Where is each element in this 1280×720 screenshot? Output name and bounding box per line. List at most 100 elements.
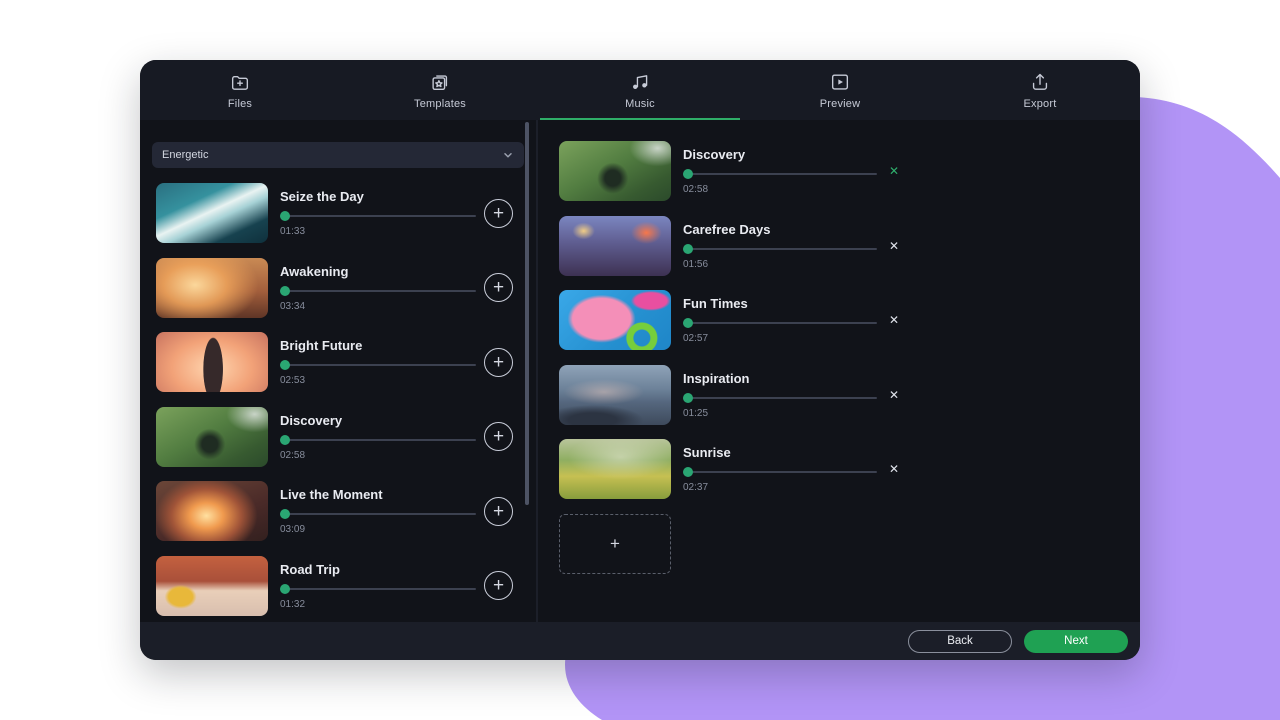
track-progress-slider[interactable] [280, 360, 476, 370]
track-thumbnail [559, 216, 671, 276]
slider-knob[interactable] [280, 509, 290, 519]
slider-knob[interactable] [683, 169, 693, 179]
track-thumbnail [156, 258, 268, 318]
tab-templates-label: Templates [414, 98, 466, 110]
remove-track-button[interactable]: ✕ [885, 162, 903, 180]
slider-knob[interactable] [280, 211, 290, 221]
track-title: Bright Future [280, 338, 476, 353]
track-progress-slider[interactable] [280, 509, 476, 519]
track-progress-slider[interactable] [280, 286, 476, 296]
track-title: Road Trip [280, 562, 476, 577]
tab-music[interactable]: Music [540, 60, 740, 120]
tab-export-label: Export [1024, 98, 1057, 110]
track-meta: Sunrise 02:37 [683, 445, 877, 493]
close-icon: ✕ [889, 164, 899, 178]
chevron-down-icon [502, 149, 514, 161]
track-progress-slider[interactable] [683, 318, 877, 328]
track-duration: 03:34 [280, 301, 476, 312]
tab-music-label: Music [625, 98, 655, 110]
library-track-row: Discovery 02:58 + [152, 407, 524, 467]
preview-icon [829, 71, 851, 93]
add-track-button[interactable]: + [484, 273, 513, 302]
close-icon: ✕ [889, 239, 899, 253]
track-duration: 02:58 [683, 184, 877, 195]
add-more-music-button[interactable]: + [559, 514, 671, 574]
plus-icon: + [493, 576, 504, 595]
export-icon [1029, 71, 1051, 93]
track-meta: Road Trip 01:32 [280, 562, 476, 610]
add-track-button[interactable]: + [484, 348, 513, 377]
track-duration: 03:09 [280, 524, 476, 535]
library-track-row: Road Trip 01:32 + [152, 556, 524, 616]
track-progress-slider[interactable] [280, 435, 476, 445]
track-thumbnail [156, 481, 268, 541]
slider-knob[interactable] [280, 435, 290, 445]
track-meta: Discovery 02:58 [280, 413, 476, 461]
track-progress-slider[interactable] [683, 169, 877, 179]
track-title: Awakening [280, 264, 476, 279]
plus-icon: + [493, 427, 504, 446]
track-progress-slider[interactable] [683, 467, 877, 477]
selected-track-row: Carefree Days 01:56 ✕ [559, 216, 1140, 276]
add-track-button[interactable]: + [484, 571, 513, 600]
remove-track-button[interactable]: ✕ [885, 237, 903, 255]
top-nav: Files Templates Music Preview [140, 60, 1140, 120]
library-scrollbar[interactable] [525, 122, 529, 505]
mood-filter-dropdown[interactable]: Energetic [152, 142, 524, 168]
library-track-row: Seize the Day 01:33 + [152, 183, 524, 243]
remove-track-button[interactable]: ✕ [885, 386, 903, 404]
slider-knob[interactable] [280, 360, 290, 370]
remove-track-button[interactable]: ✕ [885, 311, 903, 329]
track-duration: 02:37 [683, 482, 877, 493]
track-progress-slider[interactable] [683, 393, 877, 403]
selected-tracks-panel: Discovery 02:58 ✕ Carefree Days 01:56 ✕ [536, 120, 1140, 622]
plus-icon: + [493, 502, 504, 521]
selected-track-row: Discovery 02:58 ✕ [559, 141, 1140, 201]
remove-track-button[interactable]: ✕ [885, 460, 903, 478]
track-duration: 02:53 [280, 375, 476, 386]
track-thumbnail [559, 141, 671, 201]
track-title: Fun Times [683, 296, 877, 311]
tab-templates[interactable]: Templates [340, 60, 540, 120]
close-icon: ✕ [889, 462, 899, 476]
track-title: Seize the Day [280, 189, 476, 204]
track-meta: Live the Moment 03:09 [280, 487, 476, 535]
slider-knob[interactable] [683, 318, 693, 328]
add-track-button[interactable]: + [484, 199, 513, 228]
plus-icon: + [493, 278, 504, 297]
next-button[interactable]: Next [1024, 630, 1128, 653]
track-thumbnail [559, 290, 671, 350]
tab-files[interactable]: Files [140, 60, 340, 120]
back-button[interactable]: Back [908, 630, 1012, 653]
track-meta: Seize the Day 01:33 [280, 189, 476, 237]
add-track-button[interactable]: + [484, 497, 513, 526]
add-file-icon [229, 71, 251, 93]
track-progress-slider[interactable] [683, 244, 877, 254]
track-thumbnail [156, 183, 268, 243]
track-duration: 01:33 [280, 226, 476, 237]
plus-icon: + [493, 353, 504, 372]
slider-knob[interactable] [683, 467, 693, 477]
track-progress-slider[interactable] [280, 211, 476, 221]
slider-knob[interactable] [280, 286, 290, 296]
add-track-button[interactable]: + [484, 422, 513, 451]
tab-preview[interactable]: Preview [740, 60, 940, 120]
track-meta: Bright Future 02:53 [280, 338, 476, 386]
tab-preview-label: Preview [820, 98, 861, 110]
music-note-icon [629, 71, 651, 93]
track-meta: Awakening 03:34 [280, 264, 476, 312]
library-track-row: Awakening 03:34 + [152, 258, 524, 318]
track-title: Discovery [683, 147, 877, 162]
track-title: Live the Moment [280, 487, 476, 502]
slider-knob[interactable] [683, 393, 693, 403]
slider-knob[interactable] [280, 584, 290, 594]
track-progress-slider[interactable] [280, 584, 476, 594]
library-track-row: Live the Moment 03:09 + [152, 481, 524, 541]
track-title: Sunrise [683, 445, 877, 460]
tab-export[interactable]: Export [940, 60, 1140, 120]
track-duration: 01:32 [280, 599, 476, 610]
track-meta: Fun Times 02:57 [683, 296, 877, 344]
selected-track-row: Sunrise 02:37 ✕ [559, 439, 1140, 499]
slider-knob[interactable] [683, 244, 693, 254]
track-duration: 01:25 [683, 408, 877, 419]
